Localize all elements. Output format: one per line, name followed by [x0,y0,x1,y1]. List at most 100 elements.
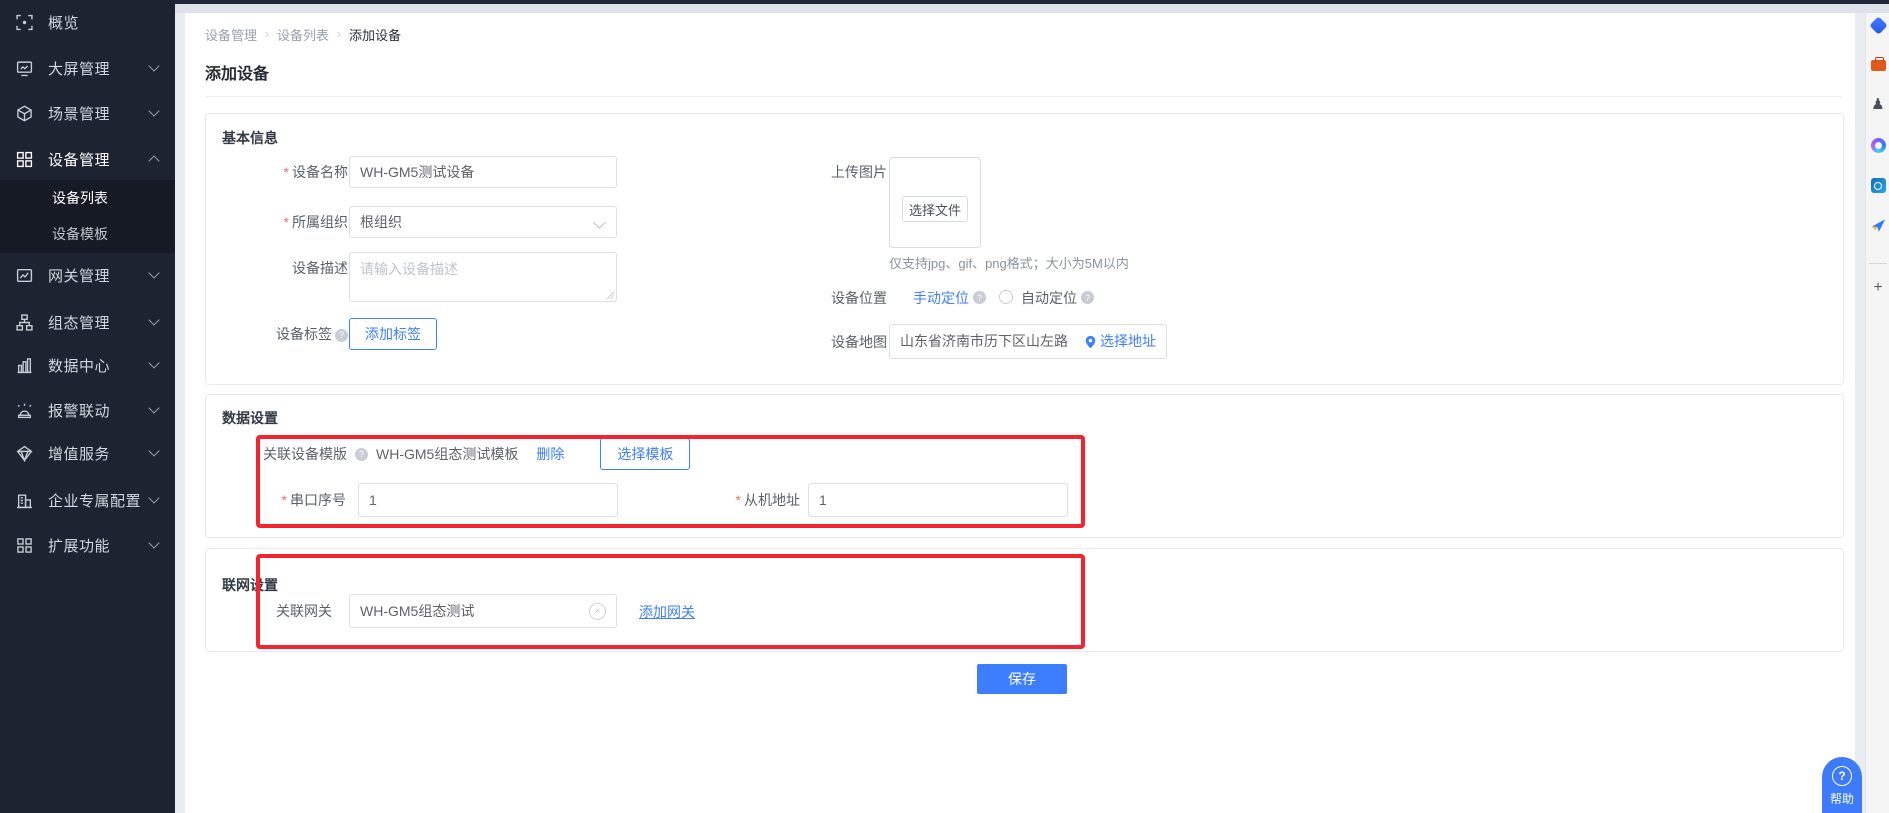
location-label: 设备位置 [791,288,887,308]
auto-location-radio[interactable] [999,290,1013,304]
breadcrumb-separator: › [337,27,341,41]
title-divider [205,96,1842,97]
alarm-icon [15,401,33,419]
help-question-icon[interactable]: ? [355,448,368,461]
slave-input[interactable] [808,483,1068,517]
sidebar-item-gateway-mgmt[interactable]: 网关管理 [0,253,175,297]
strip-divider [1869,263,1887,264]
sidebar-subitem-label: 设备模板 [52,224,108,244]
upload-dropzone[interactable]: 选择文件 [889,157,981,248]
sidebar-item-enterprise-config[interactable]: 企业专属配置 [0,478,175,522]
building-icon [15,491,33,509]
delete-template-link[interactable]: 删除 [536,444,564,464]
send-plane-icon[interactable] [1869,216,1887,234]
add-sidebar-app-icon[interactable]: + [1869,279,1887,297]
sidebar-item-label: 概览 [48,12,79,33]
required-marker: * [282,492,287,508]
sidebar-item-config-mgmt[interactable]: 组态管理 [0,300,175,344]
screen: 概览 大屏管理 场景管理 设备管理 设备列表 设备模板 [0,0,1889,813]
gateway-value: WH-GM5组态测试 [360,601,589,621]
device-name-input[interactable] [349,156,617,188]
clear-icon[interactable]: × [589,603,606,620]
sidebar-item-label: 报警联动 [48,400,110,421]
gateway-icon [15,266,33,284]
sidebar-item-label: 场景管理 [48,103,110,124]
outlook-icon[interactable] [1869,176,1887,194]
sidebar-item-label: 网关管理 [48,265,110,286]
breadcrumb: 设备管理 › 设备列表 › 添加设备 [205,24,401,44]
sidebar-item-label: 增值服务 [48,443,110,464]
sidebar-item-label: 组态管理 [48,312,110,333]
section-title-basic: 基本信息 [222,128,278,148]
choose-template-button[interactable]: 选择模板 [600,438,690,470]
desc-field-wrap [349,252,617,302]
chevron-down-icon [148,445,159,456]
sidebar-item-label: 数据中心 [48,355,110,376]
sidebar: 概览 大屏管理 场景管理 设备管理 设备列表 设备模板 [0,0,175,813]
help-question-icon[interactable]: ? [973,291,986,304]
chevron-down-icon [148,314,159,325]
bar-chart-icon [15,356,33,374]
sidebar-item-label: 设备管理 [48,149,110,170]
section-title-data: 数据设置 [222,408,278,428]
sidebar-subitem-label: 设备列表 [52,188,108,208]
add-gateway-link[interactable]: 添加网关 [639,602,695,622]
drop-app-icon[interactable] [1869,16,1887,34]
gateway-label: 关联网关 [276,601,332,621]
toolbox-icon[interactable] [1869,56,1887,74]
gem-icon [15,444,33,462]
sidebar-item-scene-mgmt[interactable]: 场景管理 [0,91,175,135]
sidebar-item-screen-mgmt[interactable]: 大屏管理 [0,46,175,90]
sidebar-item-overview[interactable]: 概览 [0,0,175,44]
upload-label: 上传图片 [791,162,887,182]
help-widget[interactable]: ? 帮助 [1822,757,1862,813]
sidebar-item-alarm-linkage[interactable]: 报警联动 [0,388,175,432]
choose-file-button[interactable]: 选择文件 [902,196,968,222]
add-tag-button[interactable]: 添加标签 [349,318,437,350]
sidebar-submenu-device: 设备列表 设备模板 [0,180,175,253]
save-button[interactable]: 保存 [977,664,1067,694]
copilot-icon[interactable] [1869,136,1887,154]
sidebar-item-device-template[interactable]: 设备模板 [0,216,175,252]
tag-label: 设备标签? [236,324,348,344]
sidebar-item-extensions[interactable]: 扩展功能 [0,523,175,567]
page-title: 添加设备 [205,60,269,84]
scene-icon [15,104,33,122]
overview-icon [15,13,33,31]
template-row: 关联设备模版 ? WH-GM5组态测试模板 删除 选择模板 [263,438,690,470]
configuration-icon [15,313,33,331]
help-question-icon[interactable]: ? [1081,291,1094,304]
manual-location-option[interactable]: 手动定位 [913,288,969,308]
games-pawn-icon[interactable]: ♟ [1869,95,1887,113]
location-pin-icon [1085,335,1096,349]
help-question-icon[interactable]: ? [335,329,348,342]
choose-address-link[interactable]: 选择地址 [1100,325,1156,358]
section-title-network: 联网设置 [222,575,278,595]
grid-icon [15,536,33,554]
map-label: 设备地图 [791,332,887,352]
chevron-down-icon [148,267,159,278]
sidebar-item-value-services[interactable]: 增值服务 [0,431,175,475]
map-address-input[interactable]: 山东省济南市历下区山左路 选择地址 [889,324,1167,359]
sidebar-item-device-mgmt[interactable]: 设备管理 [0,137,175,181]
auto-location-option[interactable]: 自动定位 [1021,288,1077,308]
desc-textarea[interactable] [349,252,617,302]
template-value: WH-GM5组态测试模板 [376,444,518,464]
breadcrumb-device-list[interactable]: 设备列表 [277,25,329,44]
map-address-value: 山东省济南市历下区山左路 [900,325,1085,358]
chevron-down-icon [148,402,159,413]
org-select[interactable]: 根组织 [349,206,617,238]
chevron-down-icon [148,492,159,503]
device-icon [15,150,33,168]
chevron-down-icon [148,60,159,71]
serial-input[interactable] [358,483,618,517]
sidebar-item-label: 企业专属配置 [48,490,141,511]
org-label: *所属组织 [236,212,348,232]
breadcrumb-device-mgmt[interactable]: 设备管理 [205,25,257,44]
gateway-input[interactable]: WH-GM5组态测试 × [349,594,617,628]
sidebar-item-device-list[interactable]: 设备列表 [0,180,175,216]
breadcrumb-separator: › [265,27,269,41]
main-panel: 设备管理 › 设备列表 › 添加设备 添加设备 基本信息 *设备名称 *所属组织… [185,13,1855,813]
required-marker: * [284,214,289,230]
sidebar-item-data-center[interactable]: 数据中心 [0,343,175,387]
